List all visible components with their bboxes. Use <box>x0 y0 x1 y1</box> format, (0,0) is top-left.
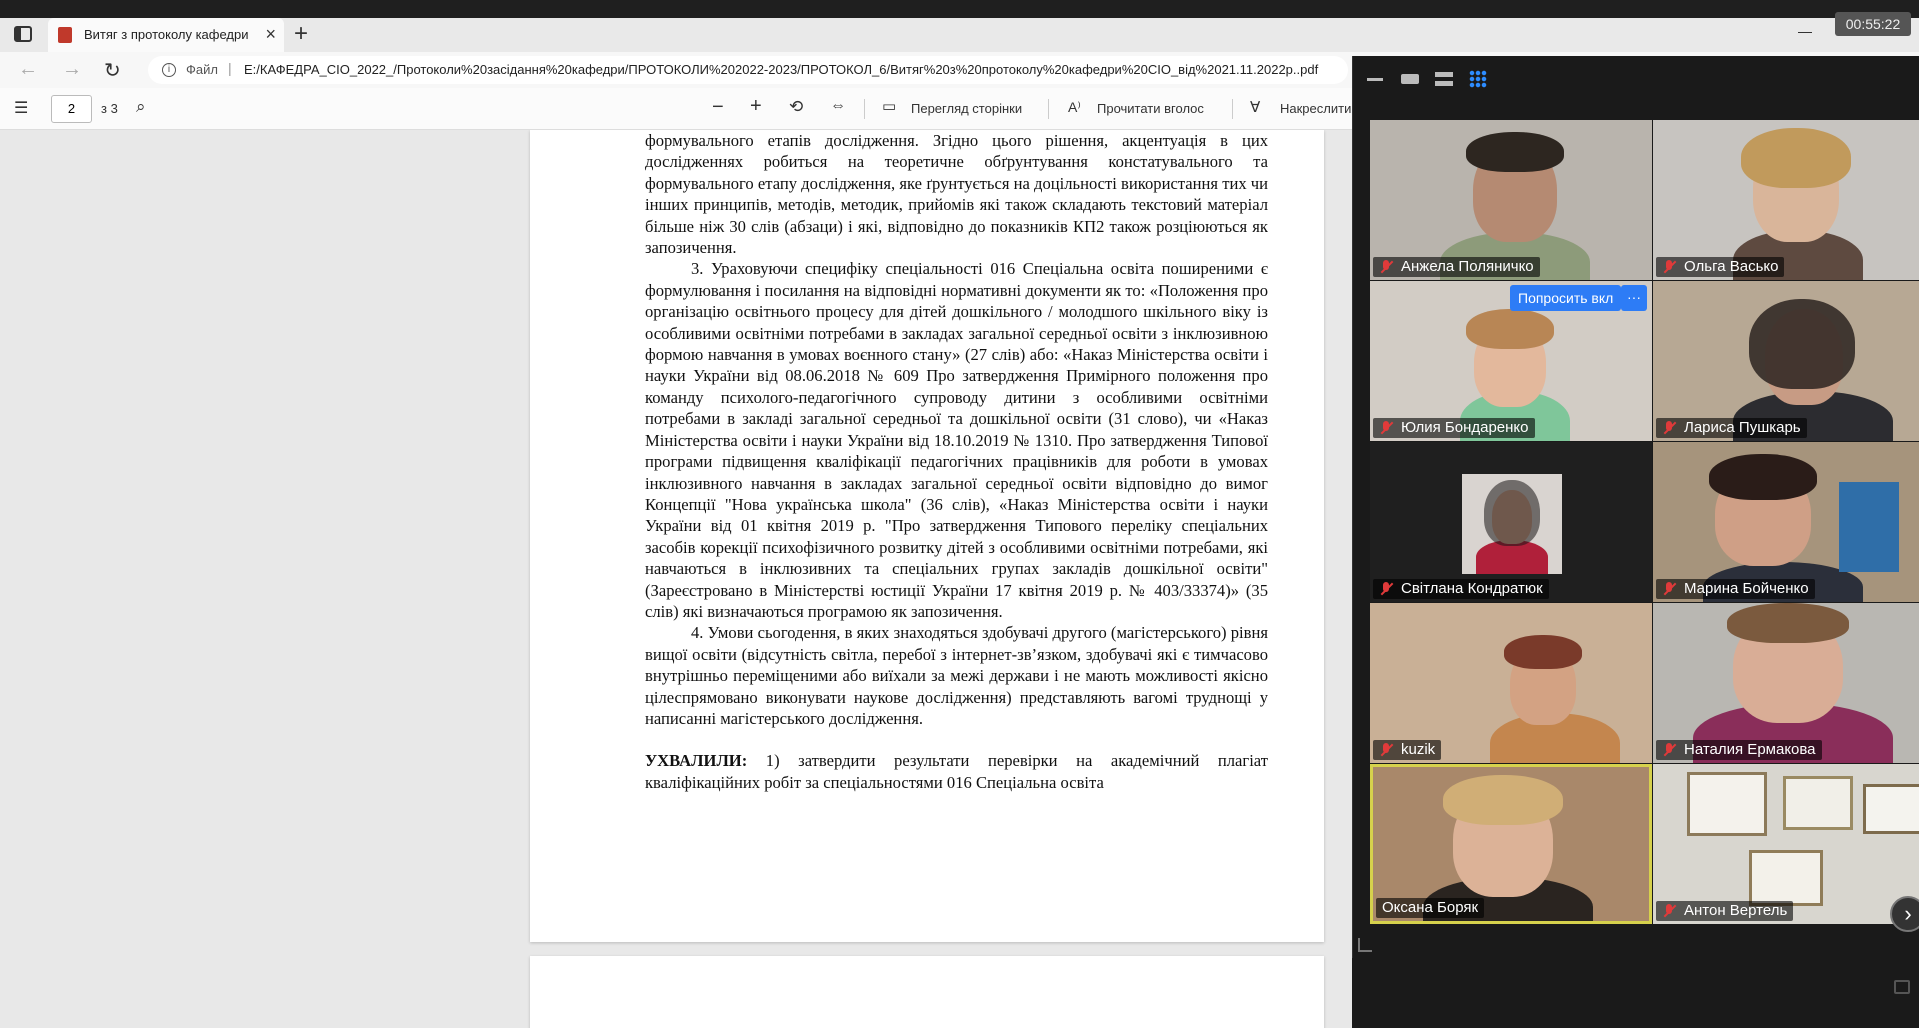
resolved-paragraph: УХВАЛИЛИ: 1) затвердити результати перев… <box>645 750 1268 793</box>
rotate-icon[interactable]: ⟲ <box>789 97 803 117</box>
contents-icon[interactable]: ☰ <box>14 98 28 118</box>
pdf-page-3 <box>530 956 1324 1028</box>
paragraph-3: 3. Ураховуючи специфіку спеціальності 01… <box>645 259 1268 621</box>
participant-name: Марина Бойченко <box>1656 579 1815 599</box>
participant-tile-active-speaker[interactable]: Оксана Боряк <box>1370 764 1652 924</box>
toolbar-divider <box>1232 99 1233 119</box>
muted-mic-icon <box>1662 904 1676 918</box>
participant-video <box>1443 775 1563 825</box>
top-strip <box>0 0 1919 18</box>
gallery-view-icon[interactable] <box>1469 70 1487 88</box>
close-tab-icon[interactable]: × <box>265 24 276 45</box>
participant-name: Лариса Пушкарь <box>1656 418 1807 438</box>
browser-tab[interactable]: Витяг з протоколу кафедри СІО × <box>48 18 284 52</box>
muted-mic-icon <box>1662 582 1676 596</box>
window-minimize-icon[interactable] <box>1798 32 1812 33</box>
search-icon[interactable]: ⌕ <box>136 97 146 117</box>
participant-tile[interactable]: Анжела Поляничко <box>1370 120 1652 280</box>
minimize-icon[interactable] <box>1367 78 1383 81</box>
resolved-label: УХВАЛИЛИ: <box>645 751 748 771</box>
pdf-document-area[interactable]: формувального етапів дослідження. Згідно… <box>0 130 1352 1028</box>
info-icon[interactable]: i <box>162 63 176 77</box>
next-page-arrow-icon[interactable]: › <box>1890 896 1919 932</box>
paragraph-4: 4. Умови сьогодення, в яких знаходяться … <box>645 623 1268 728</box>
tab-bar: Витяг з протоколу кафедри СІО × + × <box>0 18 1919 52</box>
wall-certificate <box>1749 850 1823 906</box>
participant-tile[interactable]: Лариса Пушкарь <box>1653 281 1919 441</box>
participant-video <box>1749 299 1855 389</box>
participant-tile[interactable]: Марина Бойченко <box>1653 442 1919 602</box>
url-separator: | <box>228 60 232 76</box>
toolbar-divider <box>1048 99 1049 119</box>
draw-button[interactable]: Накреслити <box>1280 101 1351 116</box>
participant-tile[interactable]: Ольга Васько <box>1653 120 1919 280</box>
participant-name: kuzik <box>1373 740 1442 760</box>
participant-video <box>1466 132 1564 172</box>
meeting-timer: 00:55:22 <box>1835 12 1911 36</box>
muted-mic-icon <box>1379 421 1393 435</box>
read-aloud-icon[interactable]: A⁾ <box>1068 99 1081 116</box>
draw-icon[interactable]: ∀ <box>1250 98 1260 116</box>
shelf-binders <box>1839 482 1899 572</box>
resize-grip-icon[interactable] <box>1358 938 1372 952</box>
zoom-out-icon[interactable]: − <box>712 96 724 119</box>
avatar <box>1462 474 1562 574</box>
new-tab-icon[interactable]: + <box>294 20 308 48</box>
participant-video <box>1741 128 1851 188</box>
url-text[interactable]: E:/КАФЕДРА_СІО_2022_/Протоколи%20засідан… <box>244 62 1318 77</box>
tab-actions-icon[interactable] <box>14 26 32 42</box>
url-field[interactable]: i Файл | E:/КАФЕДРА_СІО_2022_/Протоколи%… <box>148 56 1348 84</box>
speaker-view-icon[interactable] <box>1401 74 1419 84</box>
pdf-toolbar: ☰ 2 з 3 ⌕ − + ⟲ ⇔ ▭ Перегляд сторінки A⁾… <box>0 88 1352 130</box>
read-aloud-button[interactable]: Прочитати вголос <box>1097 101 1204 116</box>
paragraph-intro: формувального етапів дослідження. Згідно… <box>645 131 1268 258</box>
page-view-icon[interactable]: ▭ <box>882 97 896 115</box>
participant-tile[interactable]: Антон Вертель <box>1653 764 1919 924</box>
muted-mic-icon <box>1662 421 1676 435</box>
pdf-page-2: формувального етапів дослідження. Згідно… <box>530 130 1324 942</box>
muted-mic-icon <box>1379 743 1393 757</box>
ask-to-unmute-button[interactable]: Попросить вкл <box>1510 285 1622 311</box>
participant-video <box>1466 309 1554 349</box>
sidebar-toggle-icon[interactable] <box>1894 980 1910 994</box>
participant-name: Світлана Кондратюк <box>1373 579 1549 599</box>
participant-name: Наталия Ермакова <box>1656 740 1822 760</box>
toolbar-divider <box>864 99 865 119</box>
participant-tile[interactable]: Наталия Ермакова <box>1653 603 1919 763</box>
url-scheme-label: Файл <box>186 62 218 77</box>
video-panel-toolbar <box>1353 56 1919 116</box>
muted-mic-icon <box>1379 260 1393 274</box>
more-options-button[interactable]: ··· <box>1621 285 1647 311</box>
zoom-in-icon[interactable]: + <box>750 95 762 118</box>
participant-tile[interactable]: kuzik <box>1370 603 1652 763</box>
tab-title: Витяг з протоколу кафедри СІО <box>84 27 252 42</box>
participant-name: Антон Вертель <box>1656 901 1794 921</box>
wall-certificate <box>1783 776 1853 830</box>
forward-icon[interactable]: → <box>62 58 82 81</box>
reload-icon[interactable]: ↻ <box>104 58 121 83</box>
participant-name: Ольга Васько <box>1656 257 1785 277</box>
page-text: формувального етапів дослідження. Згідно… <box>645 130 1268 793</box>
participant-video <box>1709 454 1817 500</box>
participant-video <box>1504 635 1582 669</box>
pdf-icon <box>58 27 72 43</box>
participant-tile[interactable]: Світлана Кондратюк <box>1370 442 1652 602</box>
participant-name: Оксана Боряк <box>1376 898 1485 918</box>
back-icon[interactable]: ← <box>18 58 38 81</box>
fit-page-icon[interactable]: ⇔ <box>830 97 846 115</box>
muted-mic-icon <box>1379 582 1393 596</box>
wall-certificate <box>1863 784 1919 834</box>
muted-mic-icon <box>1662 743 1676 757</box>
page-total: з 3 <box>101 101 118 116</box>
page-view-button[interactable]: Перегляд сторінки <box>911 101 1022 116</box>
participant-name: Анжела Поляничко <box>1373 257 1540 277</box>
participant-video <box>1727 603 1849 643</box>
strip-view-icon[interactable] <box>1435 72 1453 86</box>
participant-name: Юлия Бондаренко <box>1373 418 1535 438</box>
page-number-input[interactable]: 2 <box>51 95 92 123</box>
muted-mic-icon <box>1662 260 1676 274</box>
wall-certificate <box>1687 772 1767 836</box>
